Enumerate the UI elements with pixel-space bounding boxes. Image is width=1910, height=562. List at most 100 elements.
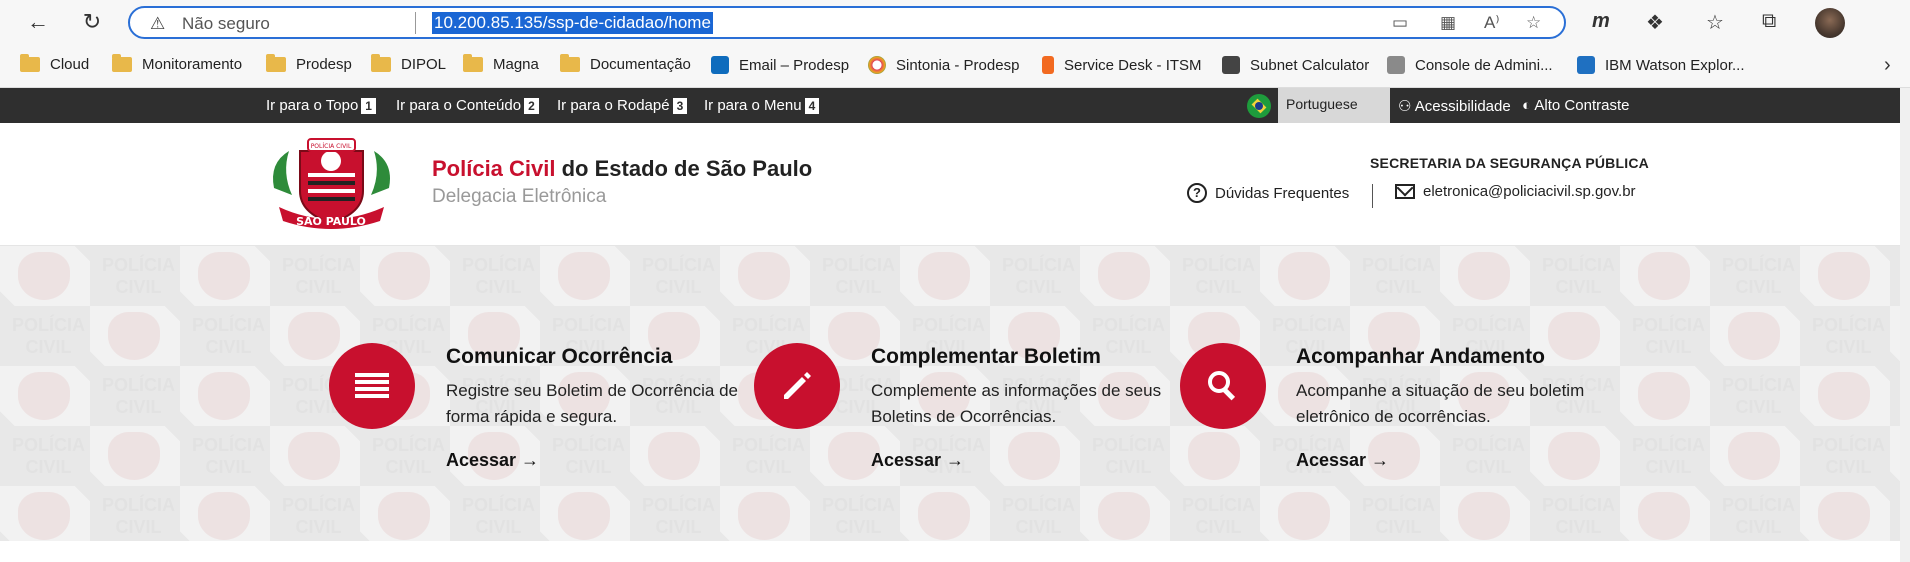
extensions-icon[interactable]: ❖ bbox=[1646, 10, 1664, 35]
watermark-text: POLÍCIACIVIL bbox=[642, 495, 716, 537]
high-contrast-link[interactable]: ◐ Alto Contraste bbox=[1522, 97, 1629, 114]
warning-icon[interactable]: ⚠ bbox=[150, 14, 165, 34]
card-access-link[interactable]: Acessar → bbox=[1296, 450, 1389, 471]
watermark-seal bbox=[288, 312, 340, 360]
watermark-seal bbox=[558, 252, 610, 300]
chevron-right-icon[interactable]: › bbox=[1884, 54, 1891, 77]
language-select[interactable]: Portuguese bbox=[1278, 88, 1390, 123]
bookmark-label: Console de Admini... bbox=[1415, 56, 1553, 74]
bookmark-label: Monitoramento bbox=[142, 56, 243, 73]
bookmark-sintonia[interactable]: Sintonia - Prodesp bbox=[868, 56, 1019, 74]
refresh-icon[interactable]: ↻ bbox=[78, 8, 106, 36]
servicedesk-icon bbox=[1042, 56, 1054, 74]
site-header: POLÍCIA CIVIL SÃO PAULO Polícia Civil do… bbox=[0, 123, 1900, 246]
watermark-seal bbox=[198, 252, 250, 300]
list-icon[interactable] bbox=[329, 343, 415, 429]
skip-to-top-link[interactable]: Ir para o Topo 1 bbox=[266, 97, 376, 114]
folder-icon bbox=[112, 54, 132, 72]
watermark-text: POLÍCIACIVIL bbox=[12, 435, 86, 477]
watermark-seal bbox=[1818, 252, 1870, 300]
watermark-seal bbox=[1548, 312, 1600, 360]
bookmark-ibm-watson[interactable]: IBM Watson Explor... bbox=[1577, 56, 1745, 74]
favorites-icon[interactable]: ☆ bbox=[1706, 10, 1724, 35]
watermark-seal bbox=[1458, 252, 1510, 300]
bookmark-label: Documentação bbox=[590, 56, 691, 73]
watermark-seal bbox=[1818, 372, 1870, 420]
watermark-seal bbox=[1278, 492, 1330, 540]
bookmark-monitoramento[interactable]: Monitoramento bbox=[112, 54, 243, 73]
skip-to-menu-link[interactable]: Ir para o Menu 4 bbox=[704, 97, 820, 114]
watermark-seal bbox=[738, 492, 790, 540]
bookmark-console[interactable]: Console de Admini... bbox=[1387, 56, 1553, 74]
bookmark-email-prodesp[interactable]: Email – Prodesp bbox=[711, 56, 849, 74]
policia-civil-logo[interactable]: POLÍCIA CIVIL SÃO PAULO bbox=[264, 133, 399, 233]
app-available-icon[interactable]: ▭ bbox=[1392, 13, 1408, 33]
page-scrollbar[interactable] bbox=[1900, 88, 1910, 562]
watermark-seal bbox=[18, 252, 70, 300]
watermark-seal bbox=[108, 432, 160, 480]
card-title: Comunicar Ocorrência bbox=[446, 345, 673, 368]
card-description: Acompanhe a situação de seu boletim elet… bbox=[1296, 381, 1585, 426]
watermark-text: POLÍCIACIVIL bbox=[1542, 255, 1616, 297]
bookmark-dipol[interactable]: DIPOL bbox=[371, 54, 446, 73]
bookmark-label: IBM Watson Explor... bbox=[1605, 56, 1745, 74]
contrast-icon: ◐ bbox=[1522, 97, 1532, 114]
outlook-icon bbox=[711, 56, 729, 74]
bookmark-cloud[interactable]: Cloud bbox=[20, 54, 90, 73]
skip-to-content-link[interactable]: Ir para o Conteúdo 2 bbox=[396, 97, 539, 114]
watermark-text: POLÍCIACIVIL bbox=[822, 495, 896, 537]
watermark-text: POLÍCIACIVIL bbox=[1182, 255, 1256, 297]
watermark-text: POLÍCIACIVIL bbox=[1632, 315, 1706, 357]
card-description: Complemente as informações de seus Bolet… bbox=[871, 381, 1162, 426]
faq-link[interactable]: ? Dúvidas Frequentes bbox=[1187, 183, 1349, 203]
watermark-text: POLÍCIACIVIL bbox=[1092, 315, 1166, 357]
watermark-seal bbox=[918, 252, 970, 300]
address-bar[interactable]: ⚠ Não seguro 10.200.85.135/ssp-de-cidada… bbox=[128, 6, 1566, 39]
pencil-icon[interactable] bbox=[754, 343, 840, 429]
skip-to-footer-link[interactable]: Ir para o Rodapé 3 bbox=[557, 97, 688, 114]
watermark-seal bbox=[1548, 432, 1600, 480]
bookmark-service-desk[interactable]: Service Desk - ITSM bbox=[1042, 56, 1202, 74]
apps-grid-icon[interactable]: ▦ bbox=[1440, 13, 1456, 33]
brazil-flag-icon bbox=[1247, 94, 1271, 118]
search-icon[interactable] bbox=[1180, 343, 1266, 429]
watermark-text: POLÍCIACIVIL bbox=[192, 315, 266, 357]
watermark-seal bbox=[1638, 492, 1690, 540]
bookmark-label: Cloud bbox=[50, 56, 90, 73]
accessibility-link[interactable]: ⚇ Acessibilidade bbox=[1398, 97, 1511, 115]
watermark-text: POLÍCIACIVIL bbox=[552, 435, 626, 477]
collections-icon[interactable]: ⧉ bbox=[1762, 10, 1776, 33]
watermark-text: POLÍCIACIVIL bbox=[1182, 495, 1256, 537]
bookmark-label: Magna bbox=[493, 56, 539, 73]
watermark-text: POLÍCIACIVIL bbox=[642, 255, 716, 297]
watermark-text: POLÍCIACIVIL bbox=[1632, 435, 1706, 477]
bookmark-documentacao[interactable]: Documentação bbox=[560, 54, 691, 73]
ibm-icon bbox=[1577, 56, 1595, 74]
bookmark-subnet-calculator[interactable]: Subnet Calculator bbox=[1222, 56, 1369, 74]
profile-avatar[interactable] bbox=[1815, 8, 1845, 38]
watermark-text: POLÍCIACIVIL bbox=[1452, 435, 1526, 477]
back-icon[interactable]: ← bbox=[24, 8, 52, 36]
card-access-link[interactable]: Acessar → bbox=[871, 450, 964, 471]
calculator-icon bbox=[1222, 56, 1240, 74]
add-favorite-icon[interactable]: ☆ bbox=[1526, 13, 1541, 33]
watermark-text: POLÍCIACIVIL bbox=[1362, 495, 1436, 537]
card-access-link[interactable]: Acessar → bbox=[446, 450, 539, 471]
watermark-text: POLÍCIACIVIL bbox=[462, 495, 536, 537]
url-text[interactable]: 10.200.85.135/ssp-de-cidadao/home bbox=[432, 12, 713, 34]
watermark-seal bbox=[648, 432, 700, 480]
email-link[interactable]: eletronica@policiacivil.sp.gov.br bbox=[1395, 183, 1636, 200]
watermark-seal bbox=[1188, 432, 1240, 480]
secretaria-label: SECRETARIA DA SEGURANÇA PÚBLICA bbox=[1370, 155, 1649, 171]
bookmark-prodesp[interactable]: Prodesp bbox=[266, 54, 352, 73]
insecure-label[interactable]: Não seguro bbox=[182, 14, 270, 34]
watermark-text: POLÍCIACIVIL bbox=[12, 315, 86, 357]
watermark-seal bbox=[1098, 252, 1150, 300]
watermark-seal bbox=[378, 492, 430, 540]
read-aloud-icon[interactable]: A⁾ bbox=[1484, 13, 1500, 33]
extension-m-icon[interactable]: m bbox=[1592, 10, 1610, 33]
bookmark-magna[interactable]: Magna bbox=[463, 54, 539, 73]
site-title: Polícia Civil do Estado de São Paulo bbox=[432, 156, 813, 181]
watermark-text: POLÍCIACIVIL bbox=[1812, 315, 1886, 357]
folder-icon bbox=[266, 54, 286, 72]
